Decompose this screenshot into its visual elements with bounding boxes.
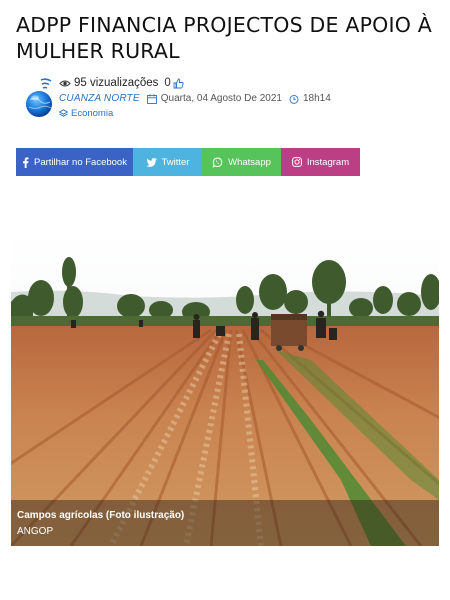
calendar-icon (146, 93, 157, 104)
facebook-icon (22, 156, 29, 168)
photo-caption: Campos agrícolas (Foto ilustração) ANGOP (11, 500, 439, 546)
caption-credit: ANGOP (17, 526, 54, 537)
layers-icon (59, 109, 68, 118)
publish-time: 18h14 (302, 93, 331, 104)
share-twitter-label: Twitter (161, 156, 190, 168)
share-instagram-button[interactable]: Instagram (281, 148, 360, 176)
article-meta: 95 vizualizações 0 CUANZA NORTE Quarta, … (24, 76, 434, 126)
clock-icon (289, 94, 299, 104)
caption-text: Campos agrícolas (Foto ilustração) (17, 510, 185, 521)
twitter-icon (145, 157, 157, 167)
share-twitter-button[interactable]: Twitter (133, 148, 202, 176)
article-photo[interactable]: Campos agrícolas (Foto ilustração) ANGOP (11, 230, 439, 546)
thumbs-up-icon[interactable] (173, 78, 184, 89)
share-whatsapp-label: Whatsapp (228, 156, 271, 168)
article-title: ADPP FINANCIA PROJECTOS DE APOIO À MULHE… (16, 13, 433, 63)
author-avatar[interactable] (24, 76, 56, 120)
share-facebook-label: Partilhar no Facebook (34, 156, 127, 168)
share-facebook-button[interactable]: Partilhar no Facebook (16, 148, 133, 176)
whatsapp-icon (212, 156, 223, 168)
likes-count: 0 (164, 77, 171, 89)
share-whatsapp-button[interactable]: Whatsapp (202, 148, 281, 176)
author-link[interactable]: CUANZA NORTE (59, 93, 140, 104)
publish-date: Quarta, 04 Agosto De 2021 (160, 93, 282, 104)
category-link[interactable]: Economia (71, 108, 113, 119)
share-instagram-label: Instagram (306, 156, 350, 168)
share-bar: Partilhar no Facebook Twitter Whatsapp I… (16, 148, 360, 176)
eye-icon (59, 79, 71, 88)
instagram-icon (291, 157, 302, 167)
views-count: 95 vizualizações (74, 77, 159, 89)
